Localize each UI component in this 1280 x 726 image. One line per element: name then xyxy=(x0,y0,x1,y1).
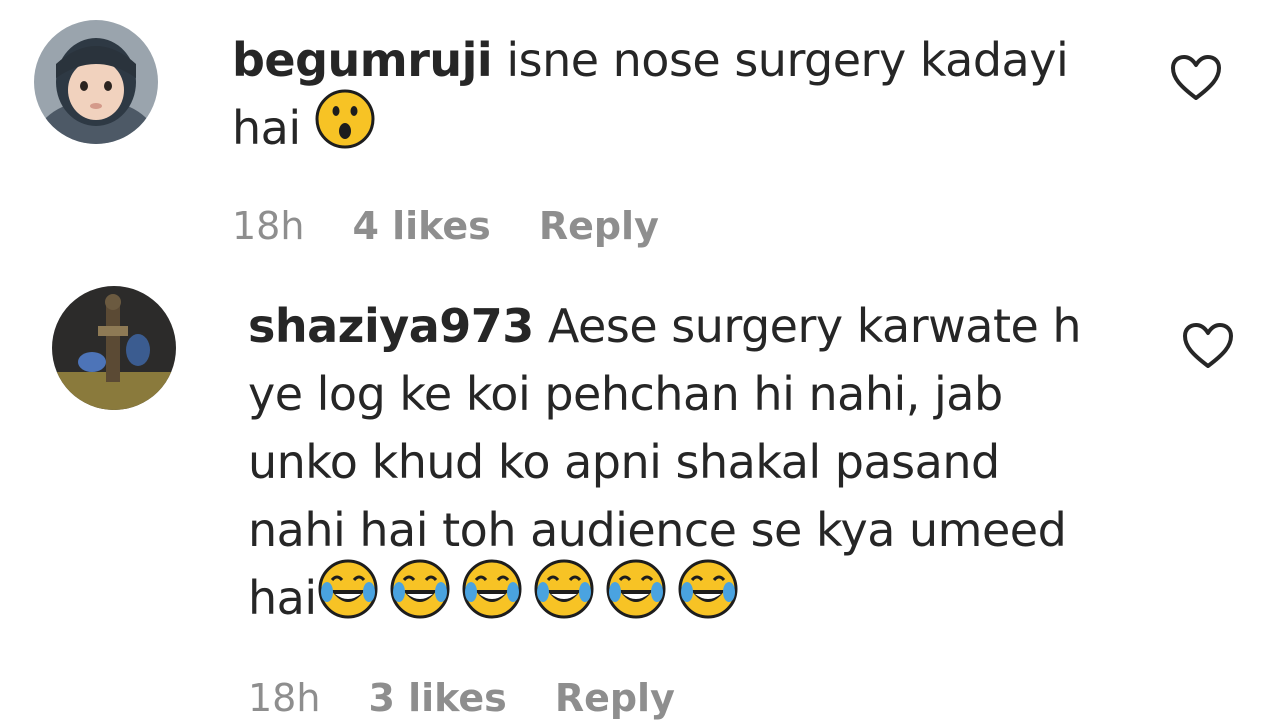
comment-text-line: hai xyxy=(232,101,301,155)
reply-button[interactable]: Reply xyxy=(555,676,675,720)
comment-likes[interactable]: 3 likes xyxy=(368,676,506,720)
comment-item: shaziya973 Aese surgery karwate h ye log… xyxy=(0,270,1280,722)
face-with-tears-of-joy-icon xyxy=(461,558,523,638)
comment-meta: 18h 3 likes Reply xyxy=(248,670,723,726)
heart-icon[interactable] xyxy=(1182,322,1234,370)
comment-meta: 18h 4 likes Reply xyxy=(232,198,707,254)
comment-time[interactable]: 18h xyxy=(232,204,304,248)
reply-button[interactable]: Reply xyxy=(539,204,659,248)
comment-text-line: isne nose surgery kadayi xyxy=(492,33,1069,87)
comment-text-line: unko khud ko apni shakal pasand xyxy=(248,435,1000,489)
comment-text-line: nahi hai toh audience se kya umeed xyxy=(248,503,1067,557)
comment-username[interactable]: begumruji xyxy=(232,33,493,87)
face-with-tears-of-joy-icon xyxy=(533,558,595,638)
avatar[interactable] xyxy=(52,286,176,410)
comment-username[interactable]: shaziya973 xyxy=(248,299,534,353)
comment-item: begumruji isne nose surgery kadayi hai 1… xyxy=(0,0,1280,270)
comment-text: shaziya973 Aese surgery karwate h ye log… xyxy=(248,292,1148,638)
heart-icon[interactable] xyxy=(1170,54,1222,102)
avatar[interactable] xyxy=(34,20,158,144)
face-with-tears-of-joy-icon xyxy=(317,558,379,638)
astonished-face-icon xyxy=(315,89,375,167)
comment-text-line: ye log ke koi pehchan hi nahi, jab xyxy=(248,367,1003,421)
face-with-tears-of-joy-icon xyxy=(389,558,451,638)
comment-text-line: hai xyxy=(248,571,317,625)
comment-likes[interactable]: 4 likes xyxy=(352,204,490,248)
face-with-tears-of-joy-icon xyxy=(677,558,739,638)
comment-time[interactable]: 18h xyxy=(248,676,320,720)
comment-text: begumruji isne nose surgery kadayi hai xyxy=(232,26,1132,167)
comment-text-line: Aese surgery karwate h xyxy=(533,299,1082,353)
face-with-tears-of-joy-icon xyxy=(605,558,667,638)
